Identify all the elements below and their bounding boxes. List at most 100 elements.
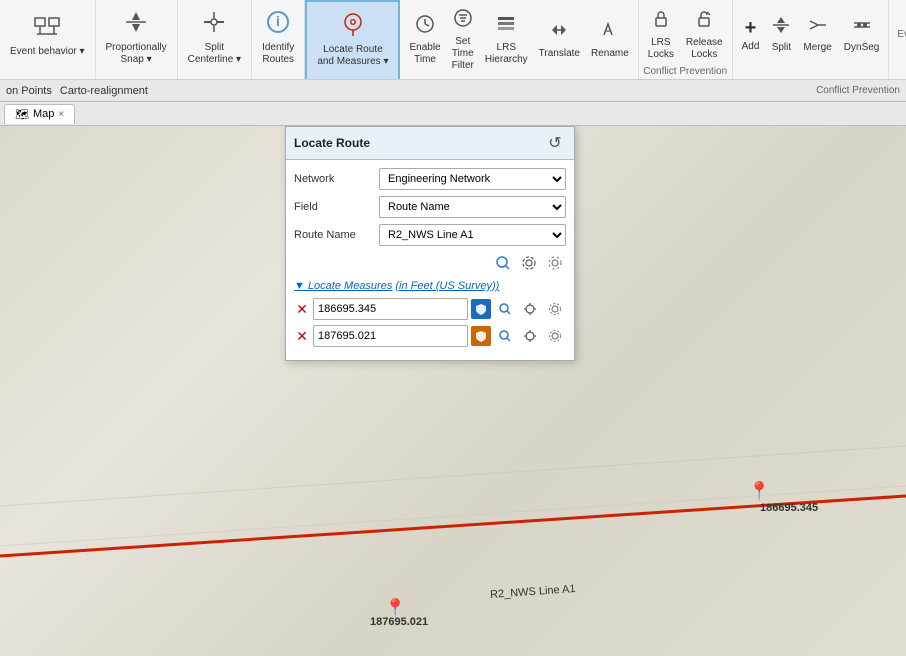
rename-label: Rename	[591, 48, 629, 60]
add-label: Add	[742, 41, 760, 53]
route-name-label: Route Name	[294, 229, 379, 241]
route-name-select[interactable]: R2_NWS Line A1	[379, 224, 566, 246]
event-behavior-button[interactable]: Event behavior ▾	[4, 8, 91, 62]
lrs-hierarchy-button[interactable]: LRSHierarchy	[480, 10, 533, 69]
map-tab-close[interactable]: ×	[58, 109, 64, 120]
pan-button-2[interactable]	[519, 325, 541, 347]
locks-group: LRSLocks Release Locks Conflict Preventi…	[639, 0, 733, 79]
eve-group: Eve	[889, 0, 906, 79]
translate-button[interactable]: Translate	[534, 16, 585, 63]
map-area[interactable]: R2_NWS Line A1 📍 186695.345 📍 187695.021…	[0, 126, 906, 656]
on-points-item[interactable]: on Points	[6, 85, 52, 97]
shield-button-1[interactable]	[471, 299, 491, 319]
measure-input-2[interactable]	[313, 325, 468, 347]
prop-snap-group: ProportionallySnap ▾	[96, 0, 178, 79]
translate-icon	[548, 19, 570, 47]
options-button-2[interactable]	[544, 325, 566, 347]
popup-title: Locate Route	[294, 136, 370, 150]
field-label: Field	[294, 201, 379, 213]
dynseg-icon	[852, 15, 872, 41]
popup-header: Locate Route ↺	[286, 127, 574, 160]
field-select[interactable]: Route Name	[379, 196, 566, 218]
pan-button-1[interactable]	[519, 298, 541, 320]
orange-pin[interactable]: 📍	[384, 598, 406, 619]
settings-action-button-2[interactable]	[544, 252, 566, 274]
measure-row-1: ✕	[294, 298, 566, 320]
measure-delete-1[interactable]: ✕	[294, 301, 310, 317]
event-behavior-icon	[33, 12, 61, 44]
conflict-prevention-label: Conflict Prevention	[639, 66, 732, 77]
merge-icon	[808, 15, 828, 41]
split-centerline-group: SplitCenterline ▾	[178, 0, 252, 79]
settings-action-button-1[interactable]	[518, 252, 540, 274]
lrs-locks-button[interactable]: LRSLocks	[643, 5, 679, 64]
dynseg-button[interactable]: DynSeg	[839, 12, 885, 57]
dynseg-label: DynSeg	[844, 42, 880, 54]
split-centerline-button[interactable]: SplitCenterline ▾	[182, 4, 247, 70]
lrs-hierarchy-icon	[495, 13, 517, 41]
zoom-button-1[interactable]	[494, 298, 516, 320]
enable-time-icon	[414, 13, 436, 41]
release-locks-label: Release Locks	[686, 37, 723, 61]
blue-pin[interactable]: 📍	[748, 481, 770, 502]
split-button[interactable]: Split	[766, 12, 796, 57]
prop-snap-label: ProportionallySnap ▾	[106, 42, 167, 66]
split-centerline-icon	[200, 8, 228, 40]
set-time-filter-button[interactable]: Set TimeFilter	[447, 4, 479, 75]
tab-bar: 🗺 Map ×	[0, 102, 906, 126]
network-label: Network	[294, 173, 379, 185]
options-button-1[interactable]	[544, 298, 566, 320]
map-tab-icon: 🗺	[15, 108, 29, 121]
enable-time-label: EnableTime	[409, 42, 440, 66]
locate-route-group: Locate Routeand Measures ▾	[305, 0, 400, 79]
measures-header-prefix: ▼ Locate Measures	[294, 280, 392, 292]
shield-button-2[interactable]	[471, 326, 491, 346]
action-row	[294, 252, 566, 274]
lrs-hierarchy-label: LRSHierarchy	[485, 42, 528, 66]
network-select[interactable]: Engineering Network	[379, 168, 566, 190]
map-tab[interactable]: 🗺 Map ×	[4, 104, 75, 124]
identify-routes-label: IdentifyRoutes	[262, 42, 294, 66]
prop-snap-icon	[122, 8, 150, 40]
carto-realignment-item[interactable]: Carto-realignment	[60, 85, 148, 97]
measure-delete-2[interactable]: ✕	[294, 328, 310, 344]
popup-body: Network Engineering Network Field Route …	[286, 160, 574, 360]
rename-icon	[599, 19, 621, 47]
release-locks-icon	[693, 8, 715, 36]
set-time-filter-label: Set TimeFilter	[452, 36, 474, 72]
locate-route-panel: Locate Route ↺ Network Engineering Netwo…	[285, 126, 575, 361]
zoom-button-2[interactable]	[494, 325, 516, 347]
lrs-locks-label: LRSLocks	[648, 37, 674, 61]
set-time-filter-icon	[452, 7, 474, 35]
add-button[interactable]: + Add	[737, 13, 765, 56]
identify-routes-group: i IdentifyRoutes	[252, 0, 305, 79]
add-icon: +	[745, 16, 757, 40]
enable-time-button[interactable]: EnableTime	[404, 10, 445, 69]
measure-row-2: ✕	[294, 325, 566, 347]
identify-routes-button[interactable]: i IdentifyRoutes	[256, 4, 300, 70]
split-icon	[771, 15, 791, 41]
conflict-prevention-strip: Conflict Prevention	[816, 85, 900, 96]
rename-button[interactable]: Rename	[586, 16, 634, 63]
prop-snap-button[interactable]: ProportionallySnap ▾	[100, 4, 173, 70]
lrs-locks-icon	[650, 8, 672, 36]
locate-route-button[interactable]: Locate Routeand Measures ▾	[311, 6, 394, 72]
measure-input-1[interactable]	[313, 298, 468, 320]
popup-reset-button[interactable]: ↺	[544, 132, 566, 154]
release-locks-button[interactable]: Release Locks	[681, 5, 728, 64]
measures-header-suffix[interactable]: (in Feet (US Survey))	[395, 280, 499, 292]
identify-routes-icon: i	[264, 8, 292, 40]
merge-label: Merge	[803, 42, 831, 54]
measures-header: ▼ Locate Measures (in Feet (US Survey))	[294, 280, 566, 292]
search-action-button[interactable]	[492, 252, 514, 274]
editing-group: + Add Split Merge DynSeg	[733, 0, 890, 79]
locate-route-icon	[339, 10, 367, 42]
route-name-row: Route Name R2_NWS Line A1	[294, 224, 566, 246]
svg-text:i: i	[276, 13, 280, 29]
locate-route-label: Locate Routeand Measures ▾	[317, 44, 388, 68]
event-behavior-label: Event behavior ▾	[10, 46, 85, 58]
event-behavior-group: Event behavior ▾	[0, 0, 96, 79]
merge-button[interactable]: Merge	[798, 12, 836, 57]
translate-label: Translate	[539, 48, 580, 60]
map-tab-label: Map	[33, 108, 54, 120]
